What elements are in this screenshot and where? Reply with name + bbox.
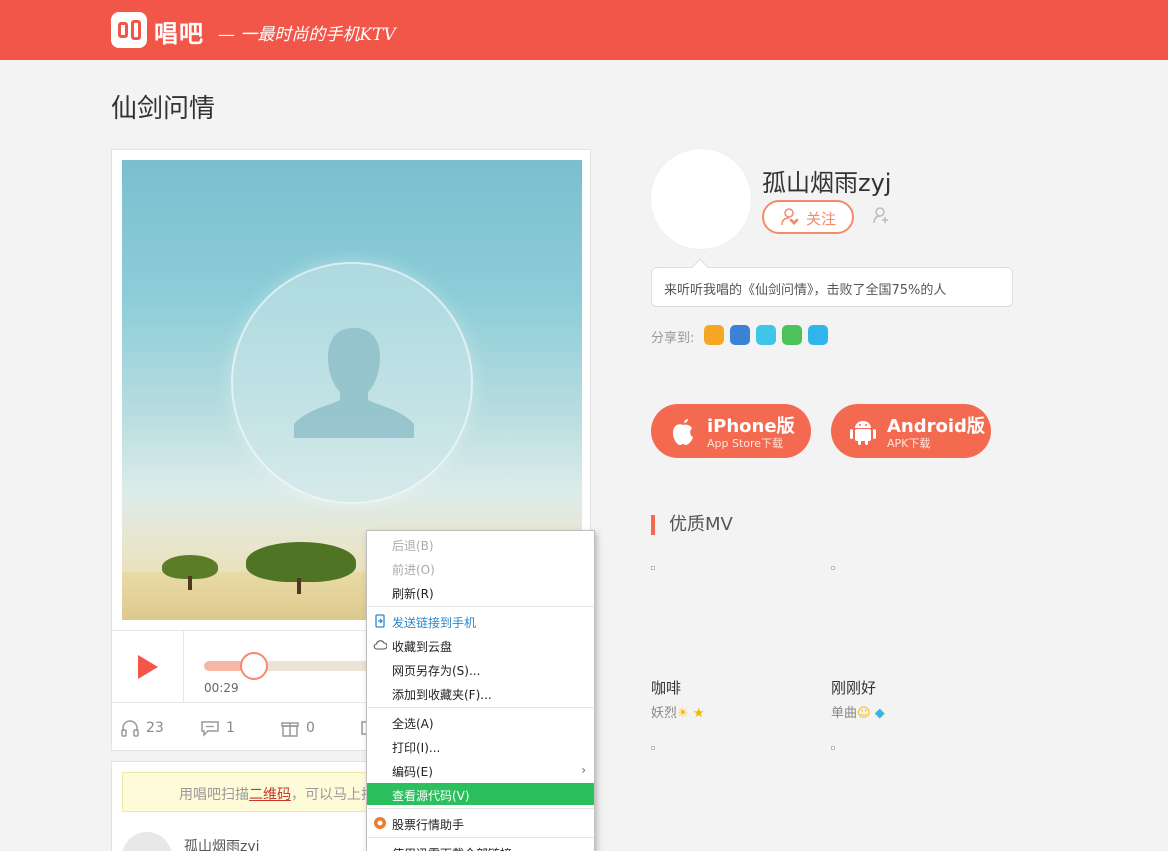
share-label: 分享到: [651,331,695,346]
brand-slogan: — 一最时尚的手机KTV [218,25,396,45]
current-time: 00:29 [204,681,239,695]
face-emoji-icon: ☺ [857,706,871,721]
tencent-weibo-share-icon[interactable] [756,325,776,345]
user-silhouette-icon [294,328,414,438]
star-level-icon: ★ [692,706,705,721]
top-header-bar: 唱吧 — 一最时尚的手机KTV [0,0,1168,60]
menu-view-source[interactable]: 查看源代码(V) [367,783,594,805]
apple-icon [673,419,693,445]
menu-send-to-phone[interactable]: 发送链接到手机 [367,610,594,632]
mv-thumbnail-placeholder[interactable] [651,746,655,750]
menu-print[interactable]: 打印(I)... [367,735,594,757]
android-download-sub: APK下载 [887,437,931,450]
follow-heart-user-icon [781,208,799,226]
menu-save-to-cloud[interactable]: 收藏到云盘 [367,634,594,656]
changba-logo-icon[interactable] [111,12,147,48]
singer-message-bubble: 来听听我唱的《仙剑问情》，击败了全国75%的人 [651,258,1013,307]
iphone-download-sub: App Store下载 [707,437,784,450]
browser-context-menu: 后退(B) 前进(O) 刷新(R) 发送链接到手机 收藏到云盘 网页另存为(S)… [366,530,595,851]
comment-count[interactable]: 1 [200,719,235,737]
menu-stock-helper-label: 股票行情助手 [392,818,465,832]
mv-item-singer: 妖烈☀ ★ [651,702,704,721]
menu-refresh[interactable]: 刷新(R) [367,581,594,603]
menu-save-page-as[interactable]: 网页另存为(S)... [367,658,594,680]
qq-favorite-share-icon[interactable] [730,325,750,345]
notice-prefix: 用唱吧扫描 [179,787,249,803]
comment-count-value: 1 [226,720,235,736]
mv-section-header: 优质MV [651,515,733,535]
mv-singer-name: 妖烈 [651,706,678,721]
mv-item-title[interactable]: 咖啡 [651,677,681,698]
singer-name[interactable]: 孤山烟雨zyj [762,163,891,198]
brand-name[interactable]: 唱吧 [154,14,204,49]
menu-select-all[interactable]: 全选(A) [367,711,594,733]
progress-fill [204,661,244,671]
listen-count-value: 23 [146,720,164,736]
menu-add-favorite[interactable]: 添加到收藏夹(F)... [367,682,594,704]
menu-encoding-label: 编码(E) [392,765,433,779]
gift-count[interactable]: 0 [280,719,315,737]
phone-send-icon [375,614,385,628]
menu-separator [368,808,594,809]
menu-back: 后退(B) [392,539,434,553]
menu-forward: 前进(O) [392,563,435,577]
mv-singer-name: 单曲 [831,706,858,721]
progress-knob[interactable] [240,652,268,680]
follow-label: 关注 [806,210,837,228]
android-icon [850,421,876,445]
cloud-icon [373,640,387,650]
menu-separator [368,606,594,607]
menu-separator [368,707,594,708]
qr-code-link[interactable]: 二维码 [249,787,291,803]
qq-share-icon[interactable] [808,325,828,345]
sun-emoji-icon: ☀ [677,706,689,721]
headphones-icon [121,720,139,737]
menu-stock-helper[interactable]: 股票行情助手 [367,812,594,834]
menu-save-to-cloud-label: 收藏到云盘 [392,640,453,654]
diamond-level-icon: ◆ [874,706,885,721]
default-avatar-circle [231,262,473,504]
menu-encoding[interactable]: 编码(E) › [367,759,594,781]
stock-helper-icon [374,817,386,829]
iphone-download-button[interactable]: iPhone版 App Store下载 [651,404,811,458]
commenter-name[interactable]: 孤山烟雨zyj [184,836,260,851]
commenter-avatar[interactable] [122,832,172,851]
weibo-share-icon[interactable] [704,325,724,345]
singer-message-text: 来听听我唱的《仙剑问情》，击败了全国75%的人 [664,283,947,298]
mv-thumbnail-placeholder[interactable] [651,566,655,570]
wechat-share-icon[interactable] [782,325,802,345]
play-icon [138,655,158,679]
menu-send-to-phone-label: 发送链接到手机 [392,616,477,630]
mv-thumbnail-placeholder[interactable] [831,566,835,570]
menu-separator [368,837,594,838]
listen-count[interactable]: 23 [120,719,164,737]
mv-item-singer: 单曲☺ ◆ [831,702,885,721]
mv-thumbnail-placeholder[interactable] [831,746,835,750]
play-button[interactable] [112,631,184,703]
menu-download-all[interactable]: 使用迅雷下载全部链接 [367,841,594,851]
song-title: 仙剑问情 [111,94,216,124]
follow-button[interactable]: 关注 [762,200,854,234]
gift-count-value: 0 [306,720,315,736]
android-download-button[interactable]: Android版 APK下载 [831,404,991,458]
comment-bubble-icon [201,721,219,737]
notice-suffix: ，可以马上抖 [291,787,375,803]
submenu-chevron-icon: › [581,763,586,777]
gift-icon [281,722,299,737]
singer-avatar[interactable] [651,149,751,249]
mv-item-title[interactable]: 刚刚好 [831,677,876,698]
add-friend-icon[interactable] [872,206,890,224]
